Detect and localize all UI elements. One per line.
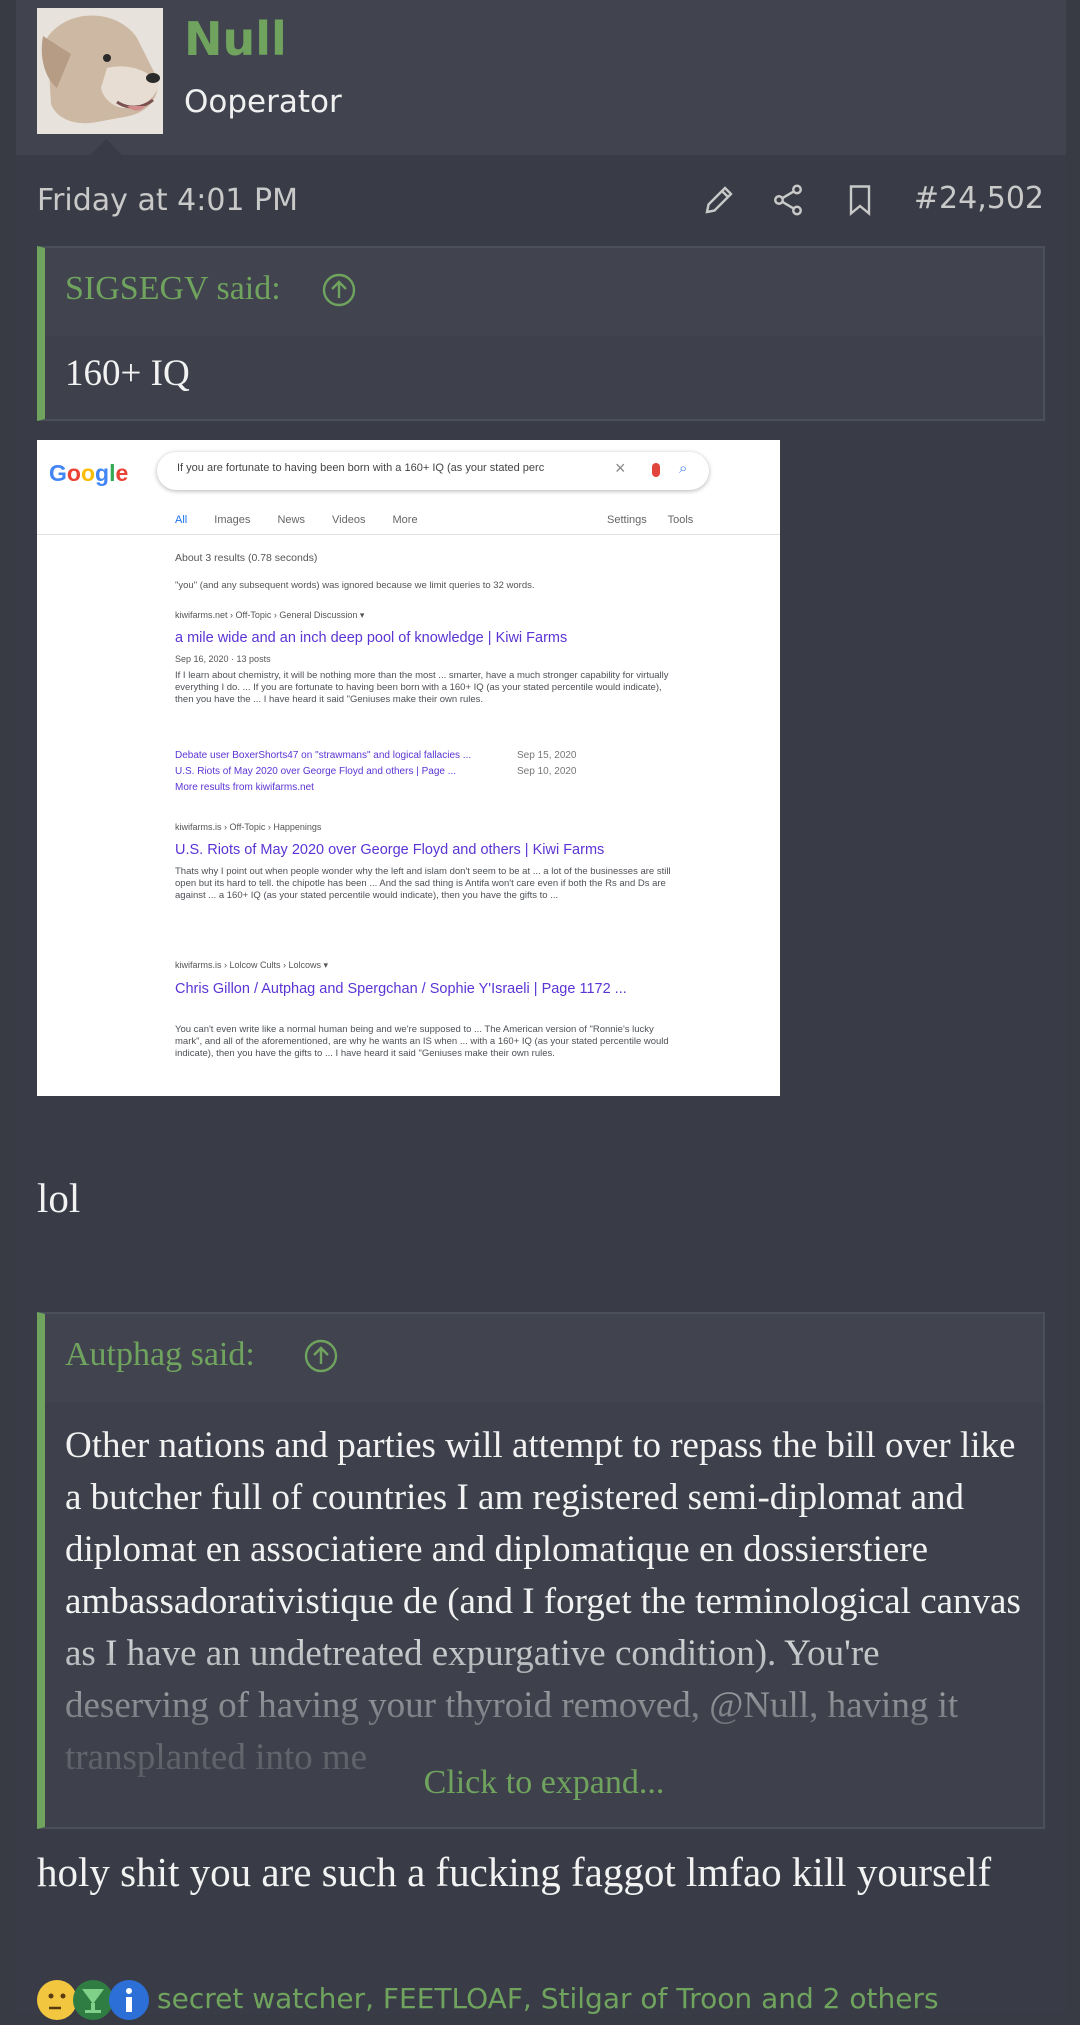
result-breadcrumb: kiwifarms.net › Off-Topic › General Disc… <box>175 610 365 620</box>
result-title: U.S. Riots of May 2020 over George Floyd… <box>175 842 605 858</box>
search-icon: ⌕ <box>679 460 688 477</box>
post-container: Null Ooperator Friday at 4:01 PM #24,502… <box>16 0 1066 2020</box>
informative-emoji-icon <box>109 1980 149 2020</box>
google-tab-images: Images <box>214 514 251 526</box>
google-tabs: All Images News Videos More <box>175 514 442 526</box>
quote-header: Autphag said: <box>45 1314 1043 1402</box>
jump-to-quote-icon[interactable] <box>322 273 356 307</box>
jump-to-quote-icon[interactable] <box>304 1339 338 1373</box>
quote-text: 160+ IQ <box>65 353 190 394</box>
post-body-text: lol <box>37 1175 81 1221</box>
dog-avatar-image <box>37 8 163 134</box>
avatar-pointer <box>90 139 122 155</box>
google-tools: Tools <box>667 514 694 526</box>
post-header: Null Ooperator <box>16 0 1066 155</box>
result-snippet: You can't even write like a normal human… <box>175 1024 669 1059</box>
result-sitelink-date: Sep 10, 2020 <box>517 766 577 777</box>
result-sitelink: U.S. Riots of May 2020 over George Floyd… <box>175 766 457 777</box>
result-date: Sep 16, 2020 · 13 posts <box>175 654 271 664</box>
share-icon[interactable] <box>768 178 808 222</box>
google-settings: Settings <box>607 514 647 526</box>
post-number-link[interactable]: #24,502 <box>914 181 1044 216</box>
mic-icon <box>652 463 660 477</box>
google-tab-all: All <box>175 514 188 526</box>
google-notice: "you" (and any subsequent words) was ign… <box>175 580 535 591</box>
user-title: Ooperator <box>184 84 342 120</box>
result-title: Chris Gillon / Autphag and Spergchan / S… <box>175 981 627 997</box>
quote-author[interactable]: Autphag said: <box>65 1336 255 1374</box>
click-to-expand[interactable]: Click to expand... <box>45 1764 1043 1802</box>
avatar[interactable] <box>37 8 163 134</box>
google-stats: About 3 results (0.78 seconds) <box>175 552 318 564</box>
google-logo: Google <box>49 460 129 486</box>
google-tab-videos: Videos <box>332 514 366 526</box>
thinking-emoji-icon <box>37 1980 77 2020</box>
clear-icon: × <box>615 458 626 478</box>
google-tab-news: News <box>277 514 305 526</box>
result-breadcrumb: kiwifarms.is › Lolcow Cults › Lolcows ▾ <box>175 960 329 970</box>
google-tab-more: More <box>392 514 418 526</box>
quote-block-sigsegv: SIGSEGV said: 160+ IQ <box>37 246 1045 421</box>
result-breadcrumb: kiwifarms.is › Off-Topic › Happenings <box>175 822 322 832</box>
result-more-link: More results from kiwifarms.net <box>175 782 314 793</box>
result-title: a mile wide and an inch deep pool of kno… <box>175 630 568 646</box>
quote-author[interactable]: SIGSEGV said: <box>65 270 281 308</box>
google-search-text: If you are fortunate to having been born… <box>177 462 545 474</box>
reaction-users-link[interactable]: secret watcher, FEETLOAF, Stilgar of Tro… <box>157 1982 939 2015</box>
quote-header: SIGSEGV said: <box>45 248 1043 336</box>
result-sitelink-date: Sep 15, 2020 <box>517 750 577 761</box>
result-snippet: Thats why I point out when people wonder… <box>175 866 671 901</box>
post-reply-text: holy shit you are such a fucking faggot … <box>37 1849 992 1895</box>
username[interactable]: Null <box>184 12 287 66</box>
google-divider <box>37 534 780 535</box>
google-tabs-right: Settings Tools <box>607 514 693 526</box>
result-snippet: If I learn about chemistry, it will be n… <box>175 670 669 705</box>
attached-screenshot[interactable]: Google If you are fortunate to having be… <box>37 440 780 1096</box>
quote-block-autphag: Autphag said: Other nations and parties … <box>37 1312 1045 1829</box>
result-sitelink: Debate user BoxerShorts47 on "strawmans"… <box>175 750 472 761</box>
post-date[interactable]: Friday at 4:01 PM <box>37 183 298 218</box>
google-search-box: If you are fortunate to having been born… <box>157 452 709 490</box>
bookmark-icon[interactable] <box>840 178 880 222</box>
trophy-emoji-icon <box>73 1980 113 2020</box>
edit-icon[interactable] <box>699 178 739 222</box>
